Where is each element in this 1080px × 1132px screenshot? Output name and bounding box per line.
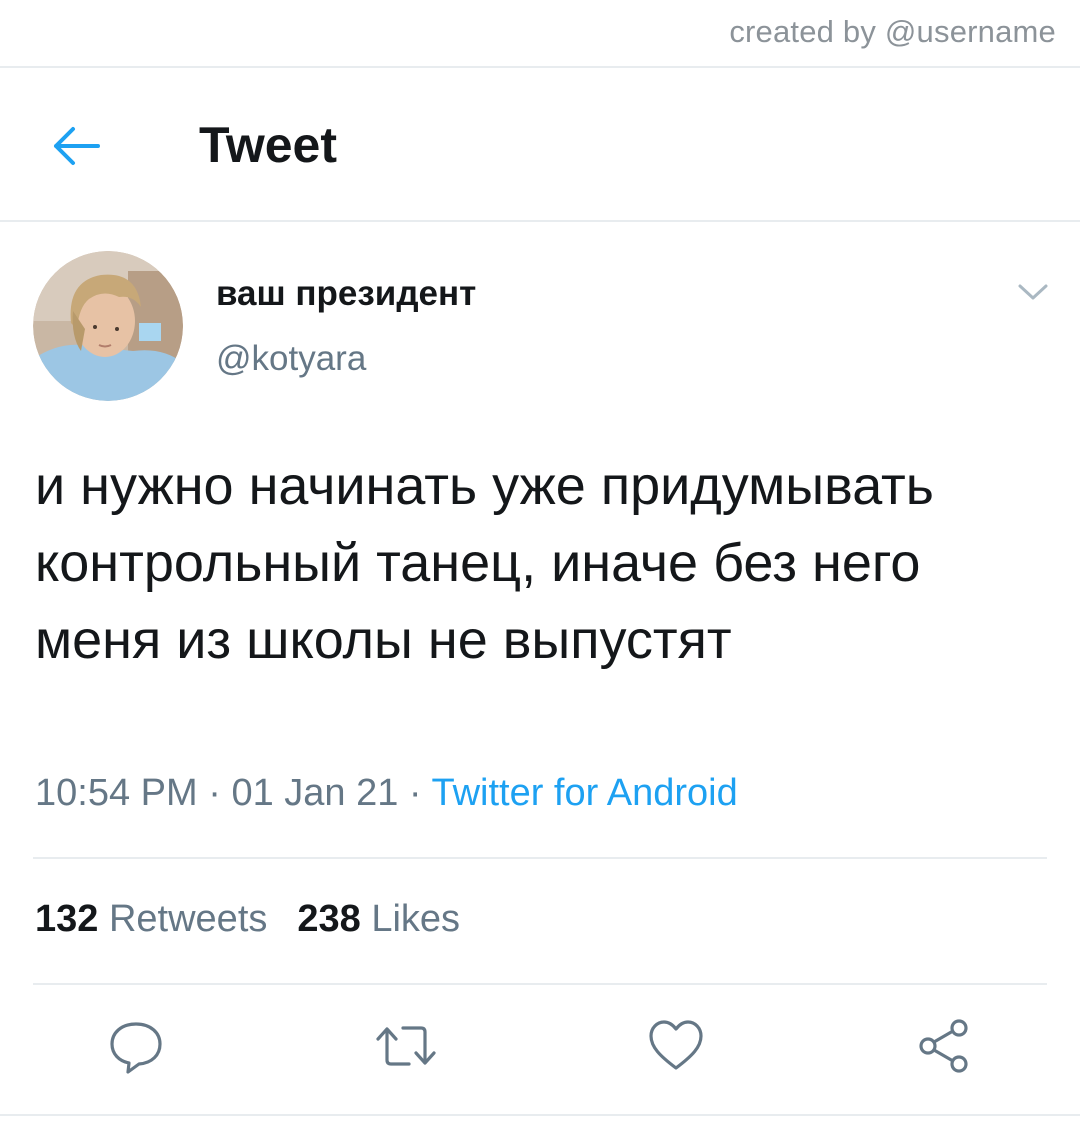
divider bbox=[0, 220, 1080, 222]
retweet-button[interactable] bbox=[370, 1010, 442, 1082]
watermark: created by @username bbox=[729, 14, 1056, 49]
tweet-text: и нужно начинать уже придумывать контрол… bbox=[35, 456, 934, 670]
chevron-down-icon bbox=[1018, 284, 1048, 300]
divider bbox=[0, 1114, 1080, 1116]
likes-label: Likes bbox=[371, 898, 461, 940]
retweets-stat[interactable]: 132 Retweets bbox=[35, 898, 267, 940]
action-bar bbox=[0, 1010, 1080, 1082]
meta-separator: · bbox=[197, 772, 232, 814]
tweet-time: 10:54 PM bbox=[35, 772, 198, 814]
share-button[interactable] bbox=[908, 1010, 980, 1082]
tweet-source-link[interactable]: Twitter for Android bbox=[431, 772, 737, 814]
likes-count: 238 bbox=[297, 898, 361, 940]
retweets-count: 132 bbox=[35, 898, 99, 940]
heart-icon bbox=[649, 1020, 703, 1070]
divider bbox=[33, 857, 1047, 859]
reply-icon bbox=[110, 1022, 162, 1074]
retweets-label: Retweets bbox=[108, 898, 268, 940]
back-arrow-icon bbox=[54, 127, 100, 165]
more-options-button[interactable] bbox=[1010, 274, 1056, 310]
page-title: Tweet bbox=[199, 117, 337, 173]
meta-separator: · bbox=[398, 772, 432, 814]
retweet-icon bbox=[376, 1026, 436, 1066]
avatar[interactable] bbox=[33, 251, 183, 401]
divider bbox=[33, 983, 1047, 985]
tweet-meta: 10:54 PM · 01 Jan 21 · Twitter for Andro… bbox=[35, 772, 738, 815]
back-button[interactable] bbox=[40, 116, 112, 176]
likes-stat[interactable]: 238 Likes bbox=[297, 898, 460, 940]
top-bar: Tweet bbox=[0, 68, 1080, 220]
like-button[interactable] bbox=[640, 1010, 712, 1082]
share-icon bbox=[919, 1019, 968, 1073]
reply-button[interactable] bbox=[100, 1010, 172, 1082]
avatar-image bbox=[33, 251, 183, 401]
author-handle[interactable]: @kotyara bbox=[216, 339, 366, 379]
tweet-stats: 132 Retweets 238 Likes bbox=[35, 898, 460, 941]
author-display-name[interactable]: ваш президент bbox=[216, 274, 476, 314]
tweet-date: 01 Jan 21 bbox=[231, 772, 399, 814]
